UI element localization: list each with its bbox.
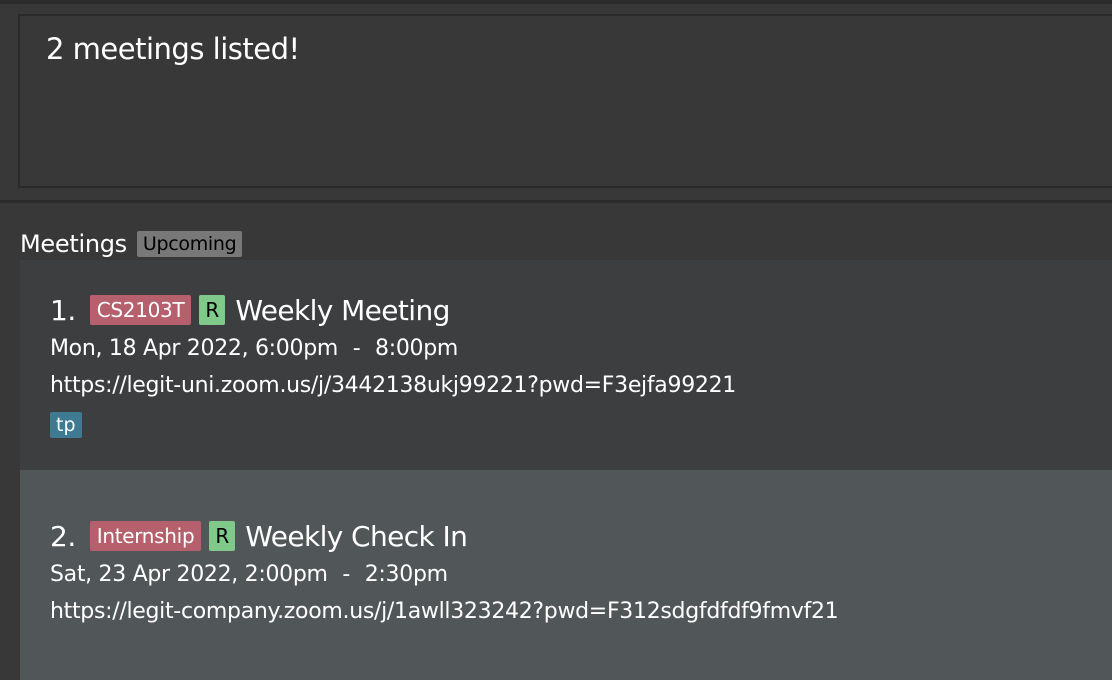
recurring-tag: R — [199, 295, 226, 325]
time-separator: - — [352, 336, 361, 361]
meeting-tag: tp — [50, 412, 82, 438]
upcoming-filter-badge: Upcoming — [136, 231, 243, 257]
meeting-end: 8:00pm — [375, 336, 459, 361]
meeting-index: 2. — [50, 519, 76, 553]
meeting-start: Mon, 18 Apr 2022, 6:00pm — [50, 336, 338, 361]
result-message: 2 meetings listed! — [46, 32, 300, 66]
result-display: 2 meetings listed! — [18, 14, 1112, 188]
meeting-link: https://legit-uni.zoom.us/j/3442138ukj99… — [50, 373, 736, 398]
recurring-tag: R — [209, 521, 236, 551]
meeting-name: Weekly Check In — [245, 519, 468, 553]
meeting-title-row: 2. Internship R Weekly Check In — [50, 516, 468, 556]
meeting-index: 1. — [50, 293, 76, 327]
meetings-title: Meetings — [20, 230, 127, 258]
time-separator: - — [342, 562, 351, 587]
meeting-end: 2:30pm — [364, 562, 448, 587]
meeting-card[interactable]: 1. CS2103T R Weekly Meeting Mon, 18 Apr … — [20, 260, 1112, 470]
module-tag: CS2103T — [89, 295, 192, 325]
module-tag: Internship — [89, 521, 202, 551]
meeting-list[interactable]: 1. CS2103T R Weekly Meeting Mon, 18 Apr … — [20, 260, 1112, 680]
meeting-datetime: Mon, 18 Apr 2022, 6:00pm - 8:00pm — [50, 336, 458, 361]
meeting-name: Weekly Meeting — [235, 293, 450, 327]
meetings-header: Meetings Upcoming — [20, 226, 243, 262]
window-top-strip — [0, 0, 1112, 4]
meeting-start: Sat, 23 Apr 2022, 2:00pm — [50, 562, 328, 587]
panel-divider[interactable] — [0, 200, 1112, 203]
meeting-title-row: 1. CS2103T R Weekly Meeting — [50, 290, 450, 330]
meeting-link: https://legit-company.zoom.us/j/1awll323… — [50, 599, 839, 624]
meeting-datetime: Sat, 23 Apr 2022, 2:00pm - 2:30pm — [50, 562, 448, 587]
meeting-card[interactable]: 2. Internship R Weekly Check In Sat, 23 … — [20, 470, 1112, 680]
